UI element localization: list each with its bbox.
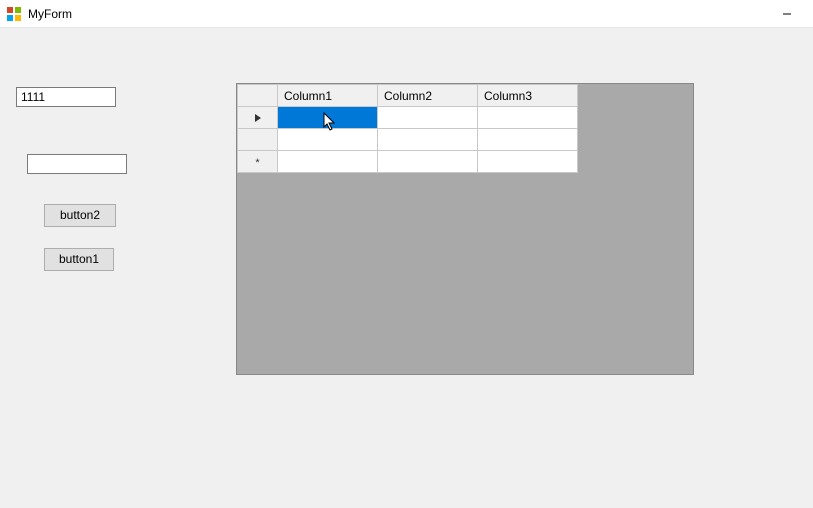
button2[interactable]: button2 (44, 204, 116, 227)
datagridview[interactable]: Column1 Column2 Column3 * (236, 83, 694, 375)
grid-cell[interactable] (478, 151, 578, 173)
grid-cell[interactable] (378, 129, 478, 151)
form-body: button2 button1 Column1 Column2 Column3 (0, 28, 813, 508)
app-icon (6, 6, 22, 22)
grid-cell[interactable] (378, 151, 478, 173)
minimize-button[interactable] (767, 3, 807, 25)
new-row-indicator-icon: * (255, 157, 259, 169)
grid-col-header[interactable]: Column1 (278, 85, 378, 107)
grid-cell[interactable] (478, 129, 578, 151)
grid-cell[interactable] (278, 151, 378, 173)
grid-cell[interactable] (478, 107, 578, 129)
grid-col-header[interactable]: Column2 (378, 85, 478, 107)
current-row-indicator-icon (255, 114, 261, 122)
window-titlebar: MyForm (0, 0, 813, 28)
grid-header-row: Column1 Column2 Column3 (238, 85, 578, 107)
grid-cell[interactable] (278, 107, 378, 129)
grid-col-header[interactable]: Column3 (478, 85, 578, 107)
textbox2[interactable] (27, 154, 127, 174)
grid-row-header[interactable]: * (238, 151, 278, 173)
grid-row[interactable] (238, 107, 578, 129)
button1[interactable]: button1 (44, 248, 114, 271)
grid-row[interactable]: * (238, 151, 578, 173)
grid-cell[interactable] (378, 107, 478, 129)
window-title: MyForm (28, 7, 72, 21)
grid-row-header[interactable] (238, 107, 278, 129)
grid-cell[interactable] (278, 129, 378, 151)
textbox1[interactable] (16, 87, 116, 107)
grid-table: Column1 Column2 Column3 * (237, 84, 578, 173)
grid-row-header[interactable] (238, 129, 278, 151)
window-system-buttons (767, 3, 807, 25)
grid-row[interactable] (238, 129, 578, 151)
grid-corner[interactable] (238, 85, 278, 107)
